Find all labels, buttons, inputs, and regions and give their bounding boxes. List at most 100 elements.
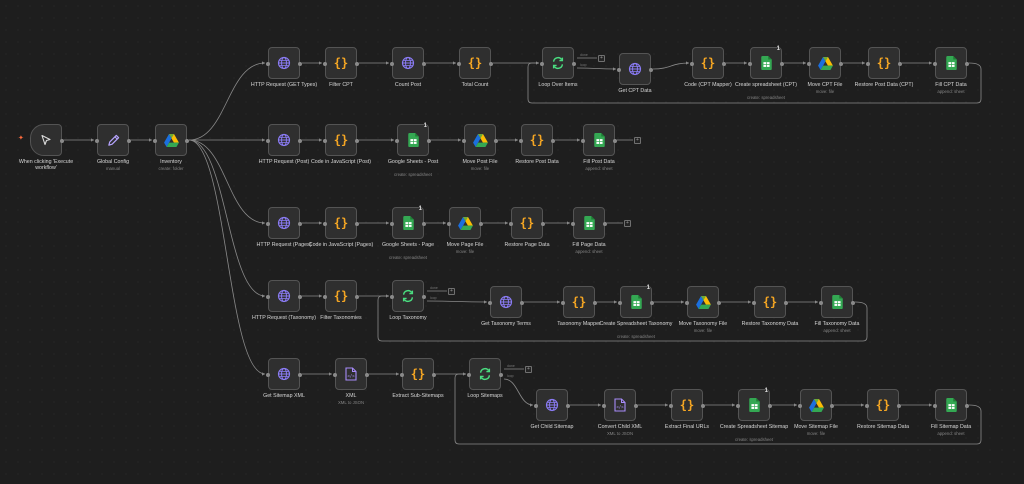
node-fill-page-data[interactable]	[571, 207, 607, 239]
output-handle[interactable]	[965, 404, 969, 408]
input-handle[interactable]	[819, 301, 823, 305]
input-handle[interactable]	[933, 62, 937, 66]
add-node-button[interactable]: +	[634, 137, 641, 144]
node-code-cpt-mapper[interactable]: {}	[690, 47, 726, 79]
input-handle[interactable]	[153, 139, 157, 143]
output-handle[interactable]	[851, 301, 855, 305]
output-handle[interactable]	[649, 68, 653, 72]
output-handle[interactable]	[422, 222, 426, 226]
input-handle[interactable]	[685, 301, 689, 305]
node-move-post-file[interactable]	[462, 124, 498, 156]
input-handle[interactable]	[509, 222, 513, 226]
output-handle[interactable]	[830, 404, 834, 408]
node-move-sitemap-file[interactable]	[798, 389, 834, 421]
input-handle[interactable]	[333, 373, 337, 377]
node-count-post[interactable]	[390, 47, 426, 79]
output-handle[interactable]	[432, 373, 436, 377]
connection-inventory-http-get-types[interactable]	[188, 62, 266, 141]
input-handle[interactable]	[669, 404, 673, 408]
node-taxonomy-mapper[interactable]: {}	[561, 286, 597, 318]
output-handle[interactable]	[355, 139, 359, 143]
output-handle[interactable]	[355, 222, 359, 226]
input-handle[interactable]	[618, 301, 622, 305]
node-loop-taxonomy[interactable]	[390, 280, 426, 312]
input-handle[interactable]	[266, 295, 270, 299]
output-handle[interactable]	[298, 222, 302, 226]
output-handle[interactable]	[898, 62, 902, 66]
node-create-sheet-cpt[interactable]: 1	[748, 46, 784, 79]
output-handle[interactable]	[572, 62, 576, 66]
loop-loop-branch[interactable]	[503, 378, 534, 406]
output-handle[interactable]	[60, 139, 64, 143]
node-create-sheet-sitemap[interactable]: 1	[736, 388, 772, 421]
connection-inventory-http-pages[interactable]	[188, 139, 266, 224]
input-handle[interactable]	[519, 139, 523, 143]
input-handle[interactable]	[323, 222, 327, 226]
connection-inventory-get-sitemap-xml[interactable]	[188, 139, 266, 375]
node-loop-sitemaps[interactable]	[467, 358, 503, 390]
input-handle[interactable]	[581, 139, 585, 143]
output-handle[interactable]	[499, 373, 503, 377]
node-http-post[interactable]	[266, 124, 302, 156]
output-handle[interactable]	[722, 62, 726, 66]
workflow-canvas[interactable]: When clicking 'Execute workflow' Global C…	[0, 0, 1024, 484]
input-handle[interactable]	[807, 62, 811, 66]
node-inventory[interactable]	[153, 124, 189, 156]
input-handle[interactable]	[266, 139, 270, 143]
node-fill-post-data[interactable]	[581, 124, 617, 156]
input-handle[interactable]	[95, 139, 99, 143]
node-restore-page-data[interactable]: {}	[509, 207, 545, 239]
output-handle[interactable]	[355, 295, 359, 299]
output-handle[interactable]	[566, 404, 570, 408]
input-handle[interactable]	[752, 301, 756, 305]
output-handle[interactable]	[489, 62, 493, 66]
output-handle[interactable]	[634, 404, 638, 408]
input-handle[interactable]	[390, 222, 394, 226]
input-handle[interactable]	[266, 373, 270, 377]
input-handle[interactable]	[323, 62, 327, 66]
output-handle[interactable]	[355, 62, 359, 66]
input-handle[interactable]	[690, 62, 694, 66]
output-handle[interactable]	[784, 301, 788, 305]
input-handle[interactable]	[540, 62, 544, 66]
output-handle[interactable]	[541, 222, 545, 226]
input-handle[interactable]	[933, 404, 937, 408]
node-restore-post-data-cpt[interactable]: {}	[866, 47, 902, 79]
input-handle[interactable]	[798, 404, 802, 408]
output-handle[interactable]	[365, 373, 369, 377]
input-handle[interactable]	[447, 222, 451, 226]
input-handle[interactable]	[390, 62, 394, 66]
node-filter-cpt[interactable]: {}	[323, 47, 359, 79]
input-handle[interactable]	[390, 295, 394, 299]
output-handle[interactable]	[839, 62, 843, 66]
output-handle[interactable]	[185, 139, 189, 143]
node-fill-cpt-data[interactable]	[933, 47, 969, 79]
output-handle[interactable]	[298, 373, 302, 377]
input-handle[interactable]	[400, 373, 404, 377]
input-handle[interactable]	[617, 68, 621, 72]
node-code-js-pages[interactable]: {}	[323, 207, 359, 239]
output-handle[interactable]	[479, 222, 483, 226]
output-handle[interactable]	[603, 222, 607, 226]
node-extract-final-urls[interactable]: {}	[669, 389, 705, 421]
node-fill-taxonomy-data[interactable]	[819, 286, 855, 318]
node-convert-child-xml[interactable]: </>	[602, 389, 638, 421]
input-handle[interactable]	[571, 222, 575, 226]
output-handle[interactable]	[613, 139, 617, 143]
node-fill-sitemap-data[interactable]	[933, 389, 969, 421]
node-get-child-sitemap[interactable]	[534, 389, 570, 421]
connection-get-cpt-data-code-cpt-mapper[interactable]	[652, 62, 690, 70]
add-node-button[interactable]: +	[525, 366, 532, 373]
node-move-cpt-file[interactable]	[807, 47, 843, 79]
node-trigger[interactable]	[30, 124, 64, 156]
node-global-config[interactable]	[95, 124, 131, 156]
node-restore-taxonomy-data[interactable]: {}	[752, 286, 788, 318]
input-handle[interactable]	[395, 139, 399, 143]
output-handle[interactable]	[780, 62, 784, 66]
loop-return-loop-sitemaps[interactable]	[454, 373, 982, 445]
node-restore-sitemap-data[interactable]: {}	[865, 389, 901, 421]
loop-loop-branch[interactable]	[426, 300, 488, 303]
input-handle[interactable]	[266, 222, 270, 226]
input-handle[interactable]	[865, 404, 869, 408]
loop-loop-branch[interactable]	[576, 67, 617, 70]
